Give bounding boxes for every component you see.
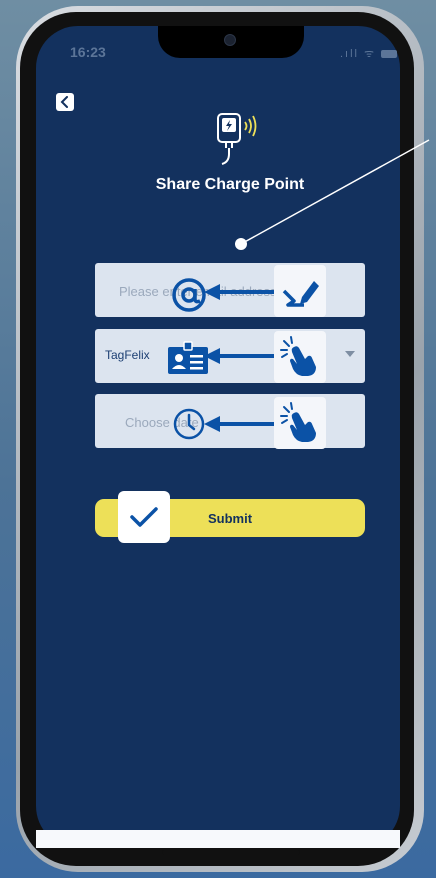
type-gesture-tile — [274, 265, 326, 317]
chevron-down-icon — [345, 351, 355, 357]
submit-label: Submit — [207, 510, 253, 526]
submit-gesture-tile — [118, 491, 170, 543]
hand-tap-icon — [280, 402, 316, 442]
hand-tap-icon — [280, 336, 316, 376]
tag-value: TagFelix — [105, 348, 150, 362]
pen-scribble-icon — [282, 281, 319, 307]
clock-icon — [173, 408, 205, 440]
tap-gesture-tile — [274, 397, 326, 449]
arrow-left-icon — [204, 348, 276, 364]
arrow-left-icon — [204, 416, 276, 432]
tap-gesture-tile — [274, 331, 326, 383]
arrow-left-icon — [204, 284, 276, 300]
checkmark-icon — [130, 507, 158, 527]
